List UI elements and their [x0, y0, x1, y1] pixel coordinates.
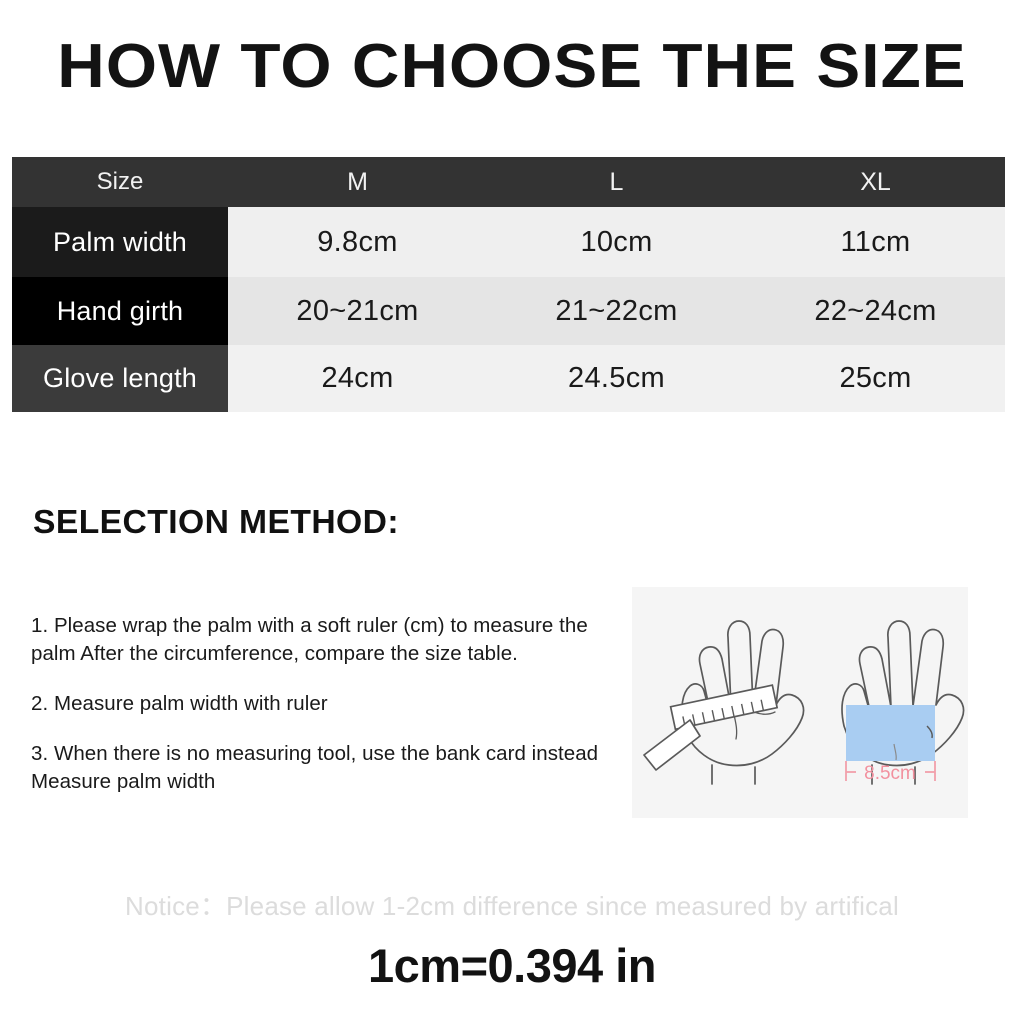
cell-glove-length-m: 24cm	[228, 345, 487, 412]
table-row: Hand girth 20~21cm 21~22cm 22~24cm	[12, 277, 1005, 345]
card-measure-label: 8.5cm	[864, 763, 916, 784]
page-title: HOW TO CHOOSE THE SIZE	[57, 32, 967, 101]
column-header-l: L	[487, 157, 746, 207]
bank-card-overlay	[846, 705, 935, 761]
cell-hand-girth-m: 20~21cm	[228, 277, 487, 345]
size-guide-page: HOW TO CHOOSE THE SIZE Size M L XL Palm …	[0, 0, 1024, 1024]
notice-text: Notice：Please allow 1-2cm difference sin…	[125, 891, 899, 921]
row-label-hand-girth: Hand girth	[12, 277, 228, 345]
row-label-glove-length: Glove length	[12, 345, 228, 412]
column-header-xl: XL	[746, 157, 1005, 207]
row-label-palm-width: Palm width	[12, 207, 228, 277]
table-row: Glove length 24cm 24.5cm 25cm	[12, 345, 1005, 412]
cell-palm-width-m: 9.8cm	[228, 207, 487, 277]
cell-hand-girth-l: 21~22cm	[487, 277, 746, 345]
selection-step-3: 3. When there is no measuring tool, use …	[31, 742, 599, 793]
cell-palm-width-xl: 11cm	[746, 207, 1005, 277]
selection-method-heading: SELECTION METHOD:	[33, 503, 399, 540]
column-header-m: M	[228, 157, 487, 207]
unit-conversion-text: 1cm=0.394 in	[368, 939, 656, 992]
cell-palm-width-l: 10cm	[487, 207, 746, 277]
selection-step-2: 2. Measure palm width with ruler	[31, 692, 328, 715]
cell-glove-length-l: 24.5cm	[487, 345, 746, 412]
cell-hand-girth-xl: 22~24cm	[746, 277, 1005, 345]
table-row: Palm width 9.8cm 10cm 11cm	[12, 207, 1005, 277]
size-table: Size M L XL Palm width 9.8cm 10cm 11cm H…	[12, 157, 1005, 412]
hands-measuring-diagram: 8.5cm	[643, 620, 965, 785]
selection-method-list: 1. Please wrap the palm with a soft rule…	[31, 612, 611, 796]
cell-glove-length-xl: 25cm	[746, 345, 1005, 412]
selection-step-1: 1. Please wrap the palm with a soft rule…	[31, 614, 588, 665]
table-header-row: Size M L XL	[12, 157, 1005, 207]
ruler-tail	[643, 719, 701, 771]
column-header-size: Size	[12, 157, 228, 207]
measurement-illustration-panel: 8.5cm	[632, 587, 968, 818]
